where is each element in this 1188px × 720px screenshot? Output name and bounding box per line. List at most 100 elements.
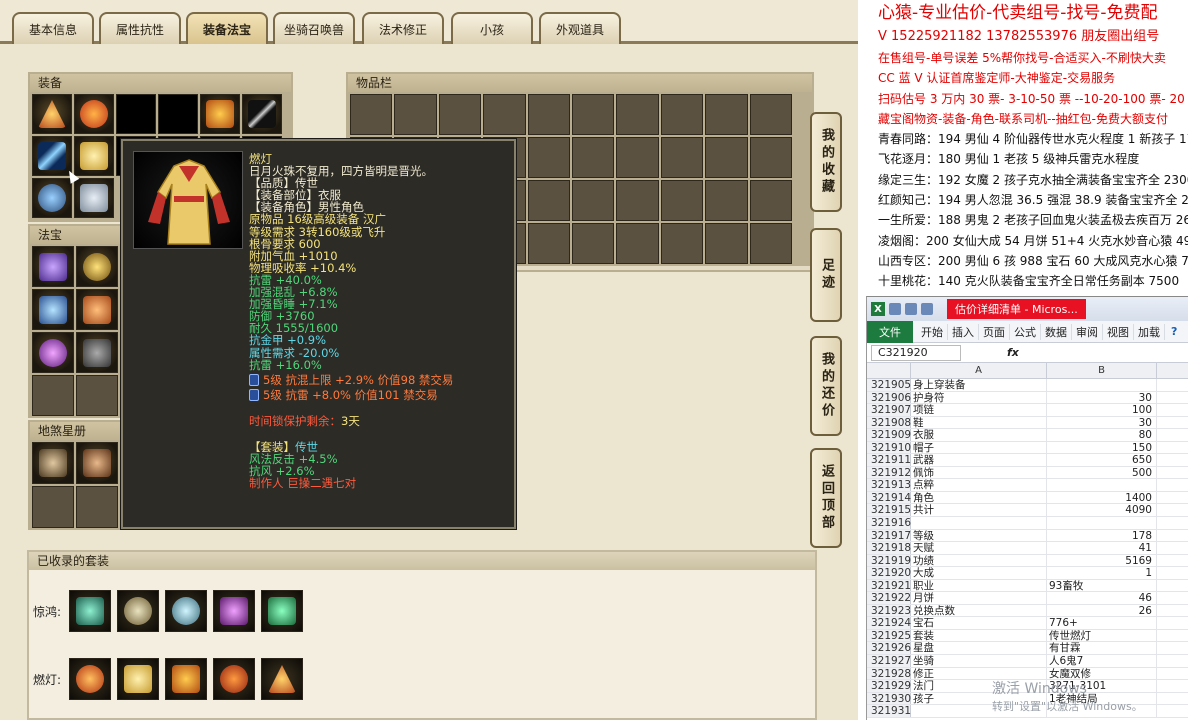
inventory-slot[interactable] <box>571 223 615 264</box>
row-number[interactable]: 321917 <box>867 529 911 542</box>
cell-b[interactable]: 30 <box>1047 416 1157 429</box>
row-number[interactable]: 321907 <box>867 404 911 416</box>
row-number[interactable]: 321922 <box>867 592 911 604</box>
tab-appearance[interactable]: 外观道具 <box>539 12 621 44</box>
inventory-slot[interactable] <box>571 180 615 221</box>
inventory-slot[interactable] <box>705 180 748 221</box>
row-number[interactable]: 321916 <box>867 517 911 529</box>
inventory-slot[interactable] <box>394 94 437 135</box>
inventory-slot[interactable] <box>616 94 659 135</box>
row-number[interactable]: 321913 <box>867 479 911 491</box>
inventory-slot[interactable] <box>660 94 704 135</box>
cell-a[interactable]: 武器 <box>911 454 1047 466</box>
treasure-slot[interactable] <box>76 246 118 287</box>
inventory-slot[interactable] <box>616 180 659 221</box>
row-number[interactable]: 321925 <box>867 629 911 642</box>
ribbon-tab[interactable]: 审阅 <box>1072 323 1103 340</box>
my-favorites-button[interactable]: 我的收藏 <box>810 112 842 212</box>
cell-a[interactable]: 鞋 <box>911 416 1047 429</box>
row-number[interactable]: 321914 <box>867 491 911 504</box>
set-item[interactable] <box>165 658 207 700</box>
cell-a[interactable]: 帽子 <box>911 441 1047 454</box>
ribbon-tab[interactable]: 开始 <box>917 323 948 340</box>
cell-b[interactable]: 93畜牧 <box>1047 579 1157 592</box>
cell-b[interactable]: 100 <box>1047 404 1157 416</box>
inventory-slot[interactable] <box>350 94 393 135</box>
save-icon[interactable] <box>889 303 901 315</box>
inventory-slot[interactable] <box>527 94 570 135</box>
row-number[interactable]: 321926 <box>867 642 911 654</box>
cell-b[interactable] <box>1047 479 1157 491</box>
treasure-slot[interactable] <box>76 289 118 330</box>
back-to-top-button[interactable]: 返回顶部 <box>810 448 842 548</box>
row-number[interactable]: 321920 <box>867 567 911 579</box>
ribbon-tab[interactable]: 公式 <box>1010 323 1041 340</box>
cell-b[interactable]: 26 <box>1047 604 1157 617</box>
tab-spell-fix[interactable]: 法术修正 <box>362 12 444 44</box>
cell-b[interactable]: 4090 <box>1047 504 1157 517</box>
set-item[interactable] <box>69 658 111 700</box>
inventory-slot[interactable] <box>571 94 615 135</box>
cell-a[interactable]: 兑换点数 <box>911 604 1047 617</box>
ribbon-tab[interactable]: 插入 <box>948 323 979 340</box>
star-book-slot-empty[interactable] <box>76 486 118 528</box>
tab-child[interactable]: 小孩 <box>451 12 533 44</box>
row-number[interactable]: 321910 <box>867 441 911 454</box>
equip-slot-shoes[interactable] <box>74 178 114 218</box>
cell-a[interactable]: 职业 <box>911 579 1047 592</box>
cell-a[interactable]: 共计 <box>911 504 1047 517</box>
cell-b[interactable]: 776+ <box>1047 617 1157 629</box>
inventory-slot[interactable] <box>749 223 792 264</box>
row-number[interactable]: 321928 <box>867 667 911 680</box>
inventory-slot[interactable] <box>483 94 526 135</box>
row-number[interactable]: 321919 <box>867 554 911 567</box>
tab-attributes[interactable]: 属性抗性 <box>99 12 181 44</box>
treasure-slot[interactable] <box>32 332 74 373</box>
inventory-slot[interactable] <box>749 94 792 135</box>
star-book-slot-empty[interactable] <box>32 486 74 528</box>
row-number[interactable]: 321924 <box>867 617 911 629</box>
equip-slot-weapon[interactable] <box>242 94 282 134</box>
treasure-slot[interactable] <box>76 332 118 373</box>
row-number[interactable]: 321923 <box>867 604 911 617</box>
treasure-slot[interactable] <box>32 246 74 287</box>
ribbon-tab[interactable]: 数据 <box>1041 323 1072 340</box>
cell-a[interactable]: 项链 <box>911 404 1047 416</box>
column-header-b[interactable]: B <box>1047 363 1157 378</box>
equip-slot-empty[interactable] <box>116 94 156 134</box>
set-item[interactable] <box>117 658 159 700</box>
cell-b[interactable]: 1400 <box>1047 491 1157 504</box>
cell-a[interactable]: 星盘 <box>911 642 1047 655</box>
corner-header[interactable] <box>867 363 911 378</box>
help-icon[interactable]: ? <box>1171 325 1177 338</box>
inventory-slot[interactable] <box>749 137 792 178</box>
cell-b[interactable]: 女魔双修 <box>1047 667 1157 680</box>
inventory-slot[interactable] <box>616 137 659 178</box>
row-number[interactable]: 321915 <box>867 504 911 516</box>
inventory-slot[interactable] <box>571 137 615 178</box>
cell-b[interactable]: 500 <box>1047 466 1157 479</box>
tab-basic-info[interactable]: 基本信息 <box>12 12 94 44</box>
cell-b[interactable]: 150 <box>1047 441 1157 454</box>
row-number[interactable]: 321906 <box>867 391 911 404</box>
cell-a[interactable]: 点粹 <box>911 479 1047 491</box>
row-number[interactable]: 321912 <box>867 466 911 479</box>
cell-a[interactable]: 宝石 <box>911 617 1047 629</box>
cell-a[interactable]: 修正 <box>911 667 1047 680</box>
star-book-slot[interactable] <box>76 442 118 484</box>
row-number[interactable]: 321921 <box>867 579 911 592</box>
row-number[interactable]: 321905 <box>867 379 911 391</box>
set-item[interactable] <box>165 590 207 632</box>
cell-a[interactable]: 功绩 <box>911 554 1047 567</box>
my-counteroffer-button[interactable]: 我的还价 <box>810 336 842 436</box>
cell-a[interactable]: 套装 <box>911 629 1047 642</box>
equip-slot-ornament[interactable] <box>200 94 240 134</box>
tab-mounts[interactable]: 坐骑召唤兽 <box>273 12 355 44</box>
inventory-slot[interactable] <box>660 223 704 264</box>
cell-a[interactable]: 护身符 <box>911 391 1047 404</box>
ribbon-tab[interactable]: 页面 <box>979 323 1010 340</box>
ribbon-tab[interactable]: 加载 <box>1134 323 1165 340</box>
inventory-slot[interactable] <box>660 180 704 221</box>
cell-b[interactable]: 80 <box>1047 429 1157 441</box>
inventory-slot[interactable] <box>438 94 482 135</box>
